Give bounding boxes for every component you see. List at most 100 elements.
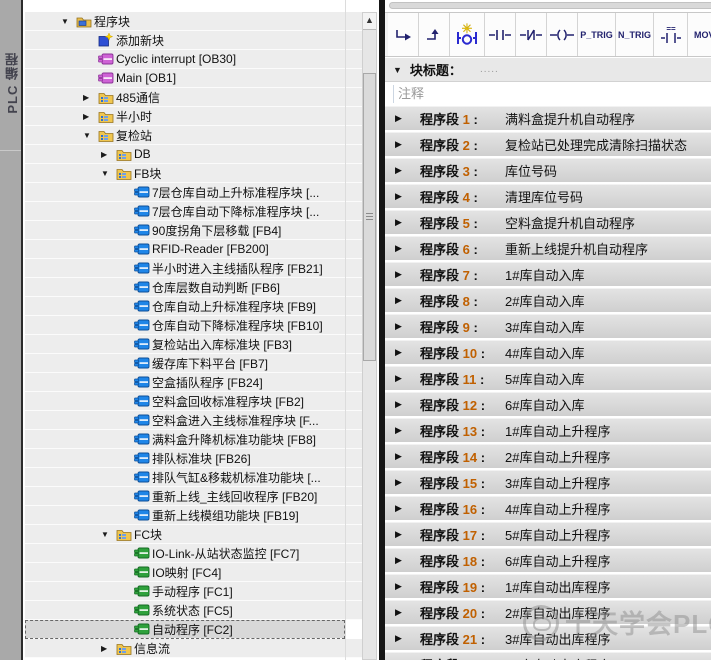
network-row[interactable]: ▶ 程序段 13 : 1#库自动上升程序 bbox=[385, 418, 711, 442]
expand-chevron-icon[interactable]: ▶ bbox=[83, 93, 98, 102]
network-row[interactable]: ▶ 程序段 3 : 库位号码 bbox=[385, 158, 711, 182]
tree-item[interactable]: ▶ DB bbox=[25, 145, 362, 164]
tree-item[interactable]: 仓库自动下降标准程序块 [FB10] bbox=[25, 316, 362, 335]
network-row[interactable]: ▶ 程序段 19 : 1#库自动出库程序 bbox=[385, 574, 711, 598]
tree-item[interactable]: Cyclic interrupt [OB30] bbox=[25, 50, 362, 69]
tree-item[interactable]: 复检站出入库标准块 [FB3] bbox=[25, 335, 362, 354]
network-row[interactable]: ▶ 程序段 15 : 3#库自动上升程序 bbox=[385, 470, 711, 494]
expand-chevron-icon[interactable]: ▶ bbox=[395, 477, 420, 488]
scroll-up-icon[interactable]: ▲ bbox=[363, 13, 376, 30]
network-row[interactable]: ▶ 程序段 12 : 6#库自动入库 bbox=[385, 392, 711, 416]
tree-item[interactable]: ▼ 复检站 bbox=[25, 126, 362, 145]
tree-item[interactable]: 半小时进入主线插队程序 [FB21] bbox=[25, 259, 362, 278]
collapse-chevron-icon[interactable]: ▼ bbox=[83, 131, 98, 140]
toolbar-coil-icon[interactable] bbox=[547, 13, 578, 56]
expand-chevron-icon[interactable]: ▶ bbox=[395, 165, 420, 176]
network-row[interactable]: ▶程序段 22 :4#库自动出库程序 bbox=[385, 652, 711, 660]
network-row[interactable]: ▶ 程序段 11 : 5#库自动入库 bbox=[385, 366, 711, 390]
expand-chevron-icon[interactable]: ▶ bbox=[83, 112, 98, 121]
expand-chevron-icon[interactable]: ▶ bbox=[395, 529, 420, 540]
toolbar-n-trig-button[interactable]: N_TRIG bbox=[616, 13, 654, 56]
tree-item[interactable]: ▼ FB块 bbox=[25, 164, 362, 183]
tree-item[interactable]: 空盒插队程序 [FB24] bbox=[25, 373, 362, 392]
toolbar-normally-open-contact-icon[interactable] bbox=[485, 13, 516, 56]
toolbar-close-branch-icon[interactable] bbox=[388, 13, 419, 56]
expand-chevron-icon[interactable]: ▶ bbox=[101, 150, 116, 159]
block-title-row[interactable]: ▼ 块标题： ..... bbox=[385, 58, 711, 82]
collapse-chevron-icon[interactable]: ▼ bbox=[61, 17, 76, 26]
expand-chevron-icon[interactable]: ▶ bbox=[395, 295, 420, 306]
expand-chevron-icon[interactable]: ▶ bbox=[395, 373, 420, 384]
network-row[interactable]: ▶ 程序段 18 : 6#库自动上升程序 bbox=[385, 548, 711, 572]
toolbar-move-button[interactable]: MOVE bbox=[688, 13, 711, 56]
tree-item[interactable]: ▶ 信息流 bbox=[25, 639, 362, 658]
tree-item[interactable]: ▼ FC块 bbox=[25, 525, 362, 544]
network-row[interactable]: ▶ 程序段 16 : 4#库自动上升程序 bbox=[385, 496, 711, 520]
tree-item[interactable]: 添加新块 bbox=[25, 31, 362, 50]
tree-item[interactable]: 手动程序 [FC1] bbox=[25, 582, 362, 601]
tree-item[interactable]: 排队标准块 [FB26] bbox=[25, 449, 362, 468]
tree-item[interactable]: 重新上线模组功能块 [FB19] bbox=[25, 506, 362, 525]
expand-chevron-icon[interactable]: ▶ bbox=[395, 217, 420, 228]
tree-item[interactable]: 排队气缸&移栽机标准功能块 [... bbox=[25, 468, 362, 487]
tree-item[interactable]: 空料盒回收标准程序块 [FB2] bbox=[25, 392, 362, 411]
expand-chevron-icon[interactable]: ▶ bbox=[395, 633, 420, 644]
tree-item[interactable]: 仓库自动上升标准程序块 [FB9] bbox=[25, 297, 362, 316]
collapse-chevron-icon[interactable]: ▼ bbox=[101, 530, 116, 539]
expand-chevron-icon[interactable]: ▶ bbox=[395, 451, 420, 462]
tree-item-selected[interactable]: 自动程序 [FC2] bbox=[25, 620, 345, 639]
tree-item[interactable]: ▼ 程序块 bbox=[25, 12, 362, 31]
tree-item[interactable]: Main [OB1] bbox=[25, 69, 362, 88]
network-row[interactable]: ▶ 程序段 1 : 满料盒提升机自动程序 bbox=[385, 106, 711, 130]
tree-item[interactable]: 重新上线_主线回收程序 [FB20] bbox=[25, 487, 362, 506]
tree-item[interactable]: 空料盒进入主线标准程序块 [F... bbox=[25, 411, 362, 430]
tree-scrollbar[interactable]: ▲ bbox=[362, 12, 377, 660]
toolbar-normally-closed-contact-icon[interactable] bbox=[516, 13, 547, 56]
tree-item[interactable]: 仓库层数自动判断 [FB6] bbox=[25, 278, 362, 297]
sidebar-tab-plc-programming[interactable]: PLC 编程 bbox=[0, 0, 23, 660]
expand-chevron-icon[interactable]: ▶ bbox=[395, 269, 420, 280]
expand-chevron-icon[interactable]: ▶ bbox=[395, 399, 420, 410]
collapse-chevron-icon[interactable]: ▼ bbox=[393, 65, 402, 75]
tree-item[interactable]: ▶ 485通信 bbox=[25, 88, 362, 107]
tree-item[interactable]: 系统状态 [FC5] bbox=[25, 601, 362, 620]
network-row[interactable]: ▶ 程序段 20 : 2#库自动出库程序 bbox=[385, 600, 711, 624]
expand-chevron-icon[interactable]: ▶ bbox=[395, 503, 420, 514]
toolbar-compare-icon[interactable]: == bbox=[654, 13, 688, 56]
expand-chevron-icon[interactable]: ▶ bbox=[395, 425, 420, 436]
expand-chevron-icon[interactable]: ▶ bbox=[395, 321, 420, 332]
collapse-chevron-icon[interactable]: ▼ bbox=[101, 169, 116, 178]
tree-item[interactable]: 7层仓库自动下降标准程序块 [... bbox=[25, 202, 362, 221]
network-row[interactable]: ▶ 程序段 17 : 5#库自动上升程序 bbox=[385, 522, 711, 546]
expand-chevron-icon[interactable]: ▶ bbox=[395, 191, 420, 202]
expand-chevron-icon[interactable]: ▶ bbox=[101, 644, 116, 653]
tree-item[interactable]: 7层仓库自动上升标准程序块 [... bbox=[25, 183, 362, 202]
tree-item[interactable]: RFID-Reader [FB200] bbox=[25, 240, 362, 259]
network-row[interactable]: ▶ 程序段 4 : 清理库位号码 bbox=[385, 184, 711, 208]
expand-chevron-icon[interactable]: ▶ bbox=[395, 347, 420, 358]
tree-item[interactable]: IO-Link-从站状态监控 [FC7] bbox=[25, 544, 362, 563]
expand-chevron-icon[interactable]: ▶ bbox=[395, 555, 420, 566]
tree-item[interactable]: IO映射 [FC4] bbox=[25, 563, 362, 582]
tree-item[interactable]: 满料盒升降机标准功能块 [FB8] bbox=[25, 430, 362, 449]
block-title-value[interactable]: ..... bbox=[480, 64, 499, 75]
network-row[interactable]: ▶ 程序段 14 : 2#库自动上升程序 bbox=[385, 444, 711, 468]
scrollbar-thumb[interactable] bbox=[363, 73, 376, 361]
expand-chevron-icon[interactable]: ▶ bbox=[395, 607, 420, 618]
network-row[interactable]: ▶ 程序段 21 : 3#库自动出库程序 bbox=[385, 626, 711, 650]
network-row[interactable]: ▶ 程序段 5 : 空料盒提升机自动程序 bbox=[385, 210, 711, 234]
network-row[interactable]: ▶ 程序段 7 : 1#库自动入库 bbox=[385, 262, 711, 286]
tree-item[interactable]: ▶ 半小时 bbox=[25, 107, 362, 126]
block-comment-placeholder[interactable]: 注释 bbox=[393, 84, 424, 103]
tree-item[interactable]: 缓存库下料平台 [FB7] bbox=[25, 354, 362, 373]
network-row[interactable]: ▶ 程序段 10 : 4#库自动入库 bbox=[385, 340, 711, 364]
toolbar-p-trig-button[interactable]: P_TRIG bbox=[578, 13, 616, 56]
network-row[interactable]: ▶ 程序段 6 : 重新上线提升机自动程序 bbox=[385, 236, 711, 260]
block-comment-row[interactable]: 注释 bbox=[385, 82, 711, 105]
expand-chevron-icon[interactable]: ▶ bbox=[395, 113, 420, 124]
expand-chevron-icon[interactable]: ▶ bbox=[395, 139, 420, 150]
network-row[interactable]: ▶ 程序段 2 : 复检站已处理完成清除扫描状态 bbox=[385, 132, 711, 156]
network-row[interactable]: ▶ 程序段 8 : 2#库自动入库 bbox=[385, 288, 711, 312]
expand-chevron-icon[interactable]: ▶ bbox=[395, 243, 420, 254]
expand-chevron-icon[interactable]: ▶ bbox=[395, 581, 420, 592]
